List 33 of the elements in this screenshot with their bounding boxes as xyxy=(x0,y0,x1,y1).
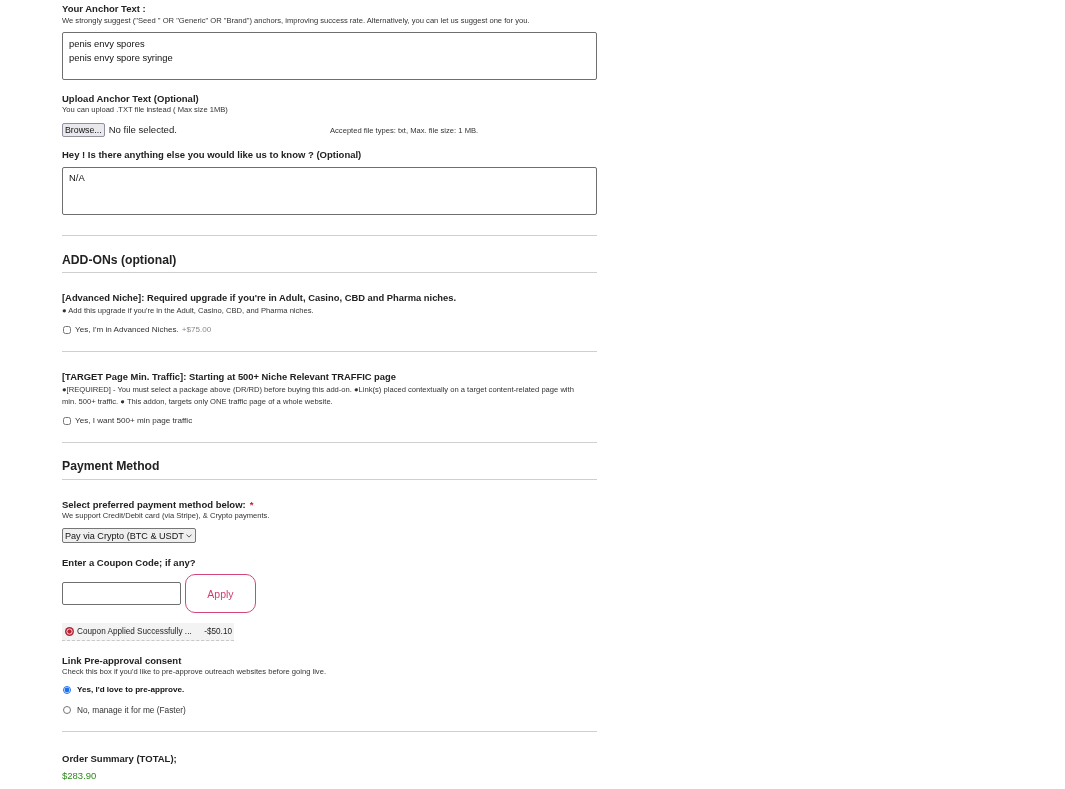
radio-button[interactable] xyxy=(63,706,71,714)
field-label: Link Pre-approval consent xyxy=(62,655,182,667)
field-label: Select preferred payment method below: xyxy=(62,499,246,511)
file-status-text: No file selected. xyxy=(108,124,177,136)
coupon-code-field[interactable] xyxy=(62,582,181,605)
checkbox[interactable] xyxy=(63,326,71,334)
section-heading: Payment Method xyxy=(62,458,160,474)
checkbox-label: Yes, I want 500+ min page traffic xyxy=(75,415,193,427)
checkbox[interactable] xyxy=(63,417,71,425)
radio-label: No, manage it for me (Faster) xyxy=(77,704,186,716)
coupon-status-text: Coupon Applied Successfully ... xyxy=(77,625,192,638)
required-mark: * xyxy=(249,499,254,511)
order-total: $283.90 xyxy=(62,770,97,782)
radio-button[interactable] xyxy=(63,686,71,694)
discount-amount: -$50.10 xyxy=(204,625,232,638)
field-label: Enter a Coupon Code; if any? xyxy=(62,557,196,569)
section-heading: ADD-ONs (optional) xyxy=(62,252,177,268)
addon-title: [Advanced Niche]: Required upgrade if you're in Adult, Casino, CBD and Pharma niches. xyxy=(62,292,457,304)
browse-button[interactable]: Browse... xyxy=(62,123,105,137)
field-label: Hey ! Is there anything else you would like us to know ? (Optional) xyxy=(62,149,362,161)
notes-field[interactable]: N/A xyxy=(62,167,597,215)
field-label: Upload Anchor Text (Optional) xyxy=(62,93,199,105)
order-summary-label: Order Summary (TOTAL); xyxy=(62,753,177,765)
checkbox-label: Yes, I'm in Advanced Niches. xyxy=(75,324,179,336)
addon-title: [TARGET Page Min. Traffic]: Starting at 500+ Niche Relevant TRAFFIC page xyxy=(62,371,396,383)
apply-button[interactable]: Apply xyxy=(185,574,256,613)
anchor-text-field[interactable]: penis envy spores penis envy spore syringe xyxy=(62,32,597,80)
addon-price: +$75.00 xyxy=(181,324,212,336)
circled-x-icon xyxy=(65,627,74,636)
field-label: Your Anchor Text : xyxy=(62,3,146,15)
radio-label: Yes, I'd love to pre-approve. xyxy=(77,684,185,696)
caret-icon xyxy=(186,533,192,538)
payment-method-select[interactable]: Pay via Crypto (BTC & USDT xyxy=(62,528,196,543)
